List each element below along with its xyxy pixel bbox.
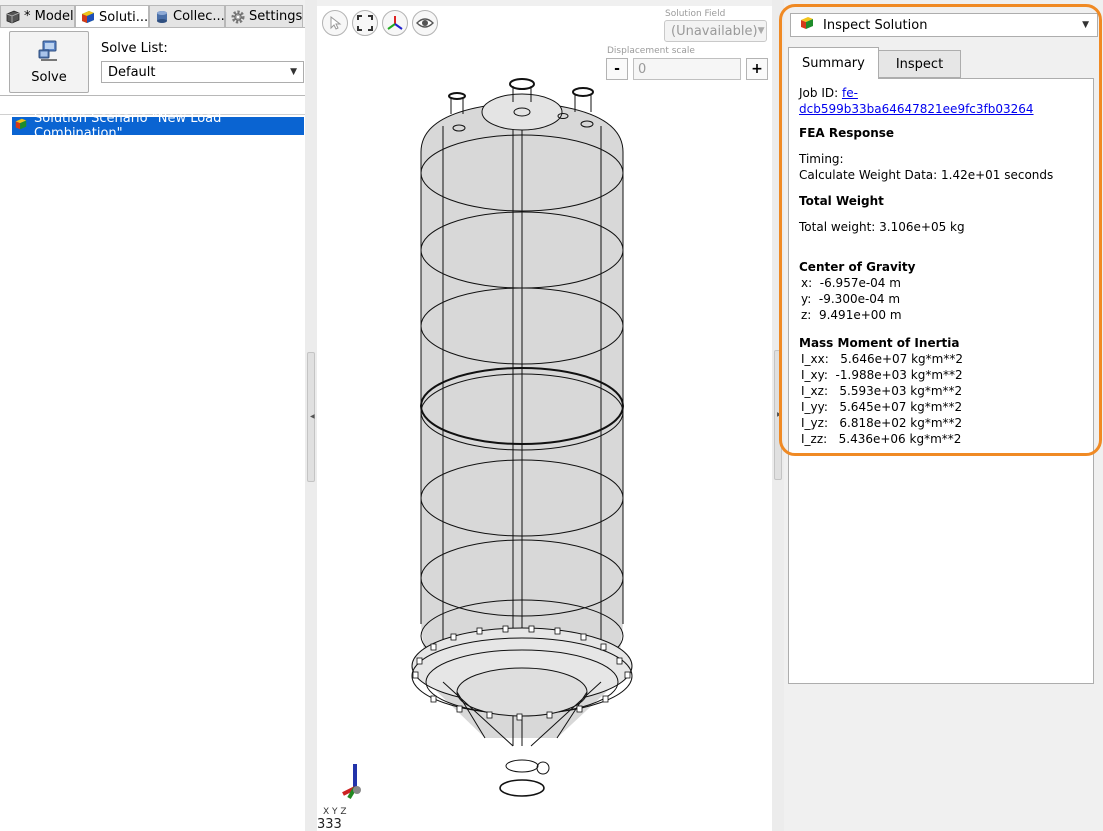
- solve-toolbar: Solve Solve List: Default ▼: [0, 27, 305, 95]
- cog-x: x: -6.957e-04 m: [801, 276, 901, 290]
- inertia-ixz: I_xz: 5.593e+03 kg*m**2: [801, 384, 963, 398]
- axis-triad-icon: [342, 764, 361, 800]
- tank-model-drawing: [411, 78, 633, 797]
- inertia-iyy: I_yy: 5.645e+07 kg*m**2: [801, 400, 963, 414]
- total-weight-value: Total weight: 3.106e+05 kg: [799, 220, 965, 234]
- gear-icon: [230, 9, 246, 25]
- 3d-viewport[interactable]: Solution Field (Unavailable) ▼ Displacem…: [317, 6, 772, 831]
- inspect-solution-select[interactable]: Inspect Solution ▼: [790, 13, 1098, 37]
- tree-item-solution-scenario[interactable]: Solution Scenario "New Load Combination": [12, 111, 304, 141]
- solution-icon: [80, 9, 96, 25]
- inspect-solution-label: Inspect Solution: [823, 17, 928, 33]
- right-panel: Inspect Solution ▼ Summary Inspect Job I…: [784, 0, 1103, 831]
- job-id-line: Job ID: fe-dcb599b33ba64647821ee9fc3fb03…: [799, 85, 1083, 117]
- collapse-arrow-icon: ◀: [310, 413, 315, 420]
- solve-list-label: Solve List:: [101, 41, 168, 56]
- inertia-ixx: I_xx: 5.646e+07 kg*m**2: [801, 352, 963, 366]
- tab-solution-label: Soluti...: [99, 9, 149, 25]
- inertia-izz: I_zz: 5.436e+06 kg*m**2: [801, 432, 962, 446]
- inertia-ixy: I_xy: -1.988e+03 kg*m**2: [801, 368, 963, 382]
- cog-y: y: -9.300e-04 m: [801, 292, 901, 306]
- solution-tree: Solution Scenario "New Load Combination": [0, 95, 305, 831]
- tab-inspect[interactable]: Inspect: [877, 50, 962, 78]
- solve-button-label: Solve: [31, 70, 67, 85]
- inertia-iyz: I_yz: 6.818e+02 kg*m**2: [801, 416, 963, 430]
- solution-icon: [799, 15, 815, 35]
- tab-summary[interactable]: Summary: [788, 47, 879, 79]
- model-icon: [5, 9, 21, 25]
- collection-icon: [154, 9, 170, 25]
- chevron-down-icon: ▼: [290, 67, 297, 77]
- fea-response-heading: FEA Response: [799, 126, 895, 140]
- tab-collection-label: Collec...: [173, 9, 225, 24]
- tab-settings-label: Settings: [249, 9, 303, 24]
- left-panel: * Model Soluti... Collec... Settings Sol…: [0, 0, 305, 831]
- tree-item-label: Solution Scenario "New Load Combination": [34, 111, 222, 141]
- tab-model[interactable]: * Model: [0, 5, 75, 27]
- timing-label: Timing:: [799, 152, 844, 166]
- computer-icon: [37, 39, 61, 67]
- job-id-label: Job ID:: [799, 86, 839, 100]
- chevron-down-icon: ▼: [1082, 20, 1089, 30]
- cog-z: z: 9.491e+00 m: [801, 308, 902, 322]
- left-splitter[interactable]: ◀: [305, 0, 317, 831]
- solve-list-select[interactable]: Default ▼: [101, 61, 304, 83]
- timing-value: Calculate Weight Data: 1.42e+01 seconds: [799, 168, 1054, 182]
- left-tabbar: * Model Soluti... Collec... Settings: [0, 5, 305, 28]
- frame-counter: 333: [317, 817, 342, 831]
- right-splitter[interactable]: ▶: [772, 0, 784, 831]
- inspect-tabs: Summary Inspect: [788, 47, 962, 79]
- mass-moment-heading: Mass Moment of Inertia: [799, 336, 960, 350]
- tab-settings[interactable]: Settings: [225, 5, 303, 27]
- axis-label: X Y Z: [323, 807, 347, 817]
- summary-pane: Job ID: fe-dcb599b33ba64647821ee9fc3fb03…: [788, 78, 1094, 684]
- total-weight-heading: Total Weight: [799, 194, 884, 208]
- tab-model-label: * Model: [24, 9, 74, 24]
- tab-collection[interactable]: Collec...: [149, 5, 225, 27]
- collapse-arrow-icon: ▶: [777, 411, 782, 418]
- solve-list-value: Default: [108, 64, 156, 80]
- center-of-gravity-heading: Center of Gravity: [799, 260, 916, 274]
- solve-button[interactable]: Solve: [9, 31, 89, 93]
- tab-solution[interactable]: Soluti...: [75, 5, 149, 28]
- solution-icon: [14, 117, 28, 135]
